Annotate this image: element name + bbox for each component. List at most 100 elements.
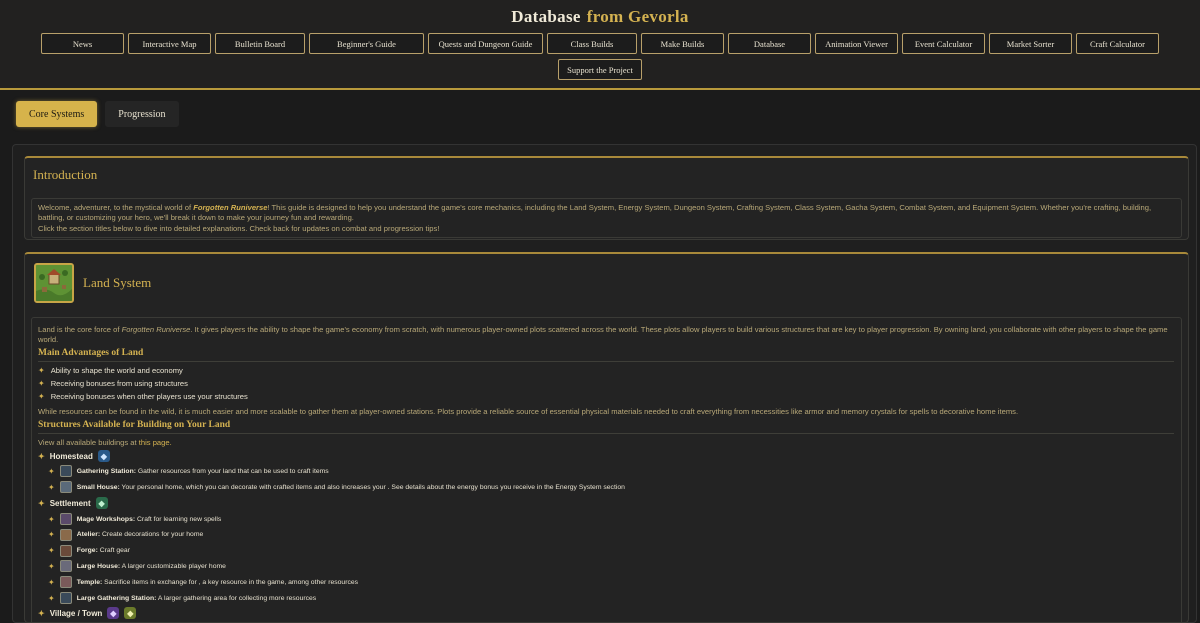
- building-item: ✦ Large House: A larger customizable play…: [48, 560, 226, 573]
- intro-body: Welcome, adventurer, to the mystical wor…: [31, 198, 1182, 238]
- nav-database-button[interactable]: Database: [728, 33, 811, 54]
- intro-text-a: Welcome, adventurer, to the mystical wor…: [38, 203, 194, 212]
- advantage-text: Ability to shape the world and economy: [50, 366, 183, 375]
- building-item: ✦ Forge: Craft gear: [48, 544, 130, 557]
- nav-class-builds-button[interactable]: Class Builds: [547, 33, 637, 54]
- category-label: Homestead: [49, 451, 93, 461]
- building-description: A larger gathering area for collecting m…: [157, 594, 317, 602]
- category-homestead[interactable]: ✦ Homestead ◆: [38, 450, 110, 462]
- building-text: Large House: A larger customizable playe…: [77, 563, 226, 570]
- village-tier-icon: ◆: [107, 607, 120, 619]
- star-bullet-icon: ✦: [38, 392, 45, 401]
- nav-news-button[interactable]: News: [41, 33, 124, 54]
- system-tabs: Core Systems Progression: [16, 101, 179, 127]
- building-item: ✦ Temple: Sacrifice items in exchange for…: [48, 576, 358, 589]
- star-bullet-icon: ✦: [48, 593, 55, 603]
- star-bullet-icon: ✦: [48, 466, 55, 476]
- star-bullet-icon: ✦: [38, 379, 45, 388]
- category-settlement[interactable]: ✦ Settlement ◆: [38, 497, 108, 509]
- category-label: Settlement: [49, 498, 91, 508]
- nav-event-calculator-button[interactable]: Event Calculator: [902, 33, 985, 54]
- resources-text: While resources can be found in the wild…: [38, 407, 1019, 416]
- nav-animation-viewer-button[interactable]: Animation Viewer: [815, 33, 898, 54]
- site-header: Database from Gevorla News Interactive Map…: [0, 0, 1200, 90]
- land-text-b: . It gives players the ability to shape …: [38, 325, 1168, 344]
- building-text: Atelier: Create decorations for your hom…: [77, 531, 204, 538]
- intro-title[interactable]: Introduction: [33, 167, 97, 183]
- nav-quests-and-dungeon-guide-button[interactable]: Quests and Dungeon Guide: [428, 33, 543, 54]
- view-text: View all available buildings at: [38, 438, 139, 447]
- category-label: Village / Town: [49, 608, 103, 618]
- advantage-text: Receiving bonuses from using structures: [50, 379, 188, 388]
- building-item: ✦ Mage Workshops: Craft for learning new …: [48, 513, 221, 525]
- large-gathering-station-icon: [59, 592, 72, 604]
- star-bullet-icon: ✦: [38, 498, 45, 508]
- homestead-tier-icon: ◆: [97, 450, 110, 462]
- settlement-tier-icon: ◆: [95, 497, 108, 509]
- star-bullet-icon: ✦: [48, 577, 55, 587]
- land-text-a: Land is the core force of: [38, 325, 122, 334]
- tab-core-systems[interactable]: Core Systems: [16, 101, 98, 127]
- star-bullet-icon: ✦: [48, 530, 55, 540]
- building-description: A larger customizable player home: [121, 562, 226, 570]
- tab-progression[interactable]: Progression: [105, 101, 179, 127]
- building-item: ✦ Gathering Station: Gather resources fro…: [48, 465, 329, 477]
- star-bullet-icon: ✦: [38, 366, 45, 375]
- nav-beginner-s-guide-button[interactable]: Beginner's Guide: [309, 33, 424, 54]
- nav-craft-calculator-button[interactable]: Craft Calculator: [1076, 33, 1159, 54]
- nav-bulletin-board-button[interactable]: Bulletin Board: [215, 33, 305, 54]
- building-item: ✦ Large Gathering Station: A larger gathe…: [48, 592, 316, 604]
- building-description: Craft for learning new spells: [137, 515, 222, 523]
- advantage-text: Receiving bonuses when other players use…: [50, 392, 248, 401]
- star-bullet-icon: ✦: [48, 546, 55, 556]
- building-text: Gathering Station: Gather resources from…: [77, 468, 329, 475]
- advantage-item: ✦ Ability to shape the world and economy: [38, 366, 183, 375]
- intro-paragraph: Welcome, adventurer, to the mystical wor…: [38, 203, 1175, 223]
- building-name: Small House:: [76, 483, 120, 491]
- building-text: Large Gathering Station: A larger gather…: [77, 595, 317, 602]
- building-name: Atelier:: [76, 531, 101, 539]
- building-text: Forge: Craft gear: [77, 547, 130, 554]
- building-text: Mage Workshops: Craft for learning new s…: [77, 516, 222, 523]
- land-intro-text: Land is the core force of Forgotten Runi…: [38, 325, 1178, 345]
- star-bullet-icon: ✦: [48, 482, 55, 492]
- large-house-icon: [59, 560, 72, 573]
- gathering-station-icon: [59, 465, 72, 477]
- category-village[interactable]: ✦ Village / Town ◆ ◆: [38, 607, 137, 619]
- view-buildings-text: View all available buildings at this pag…: [38, 438, 172, 448]
- divider: [38, 361, 1174, 362]
- intro-section: Introduction Welcome, adventurer, to the…: [24, 156, 1189, 240]
- site-title-main: Database: [511, 7, 581, 26]
- star-bullet-icon: ✦: [38, 451, 45, 461]
- building-item: ✦ Atelier: Create decorations for your ho…: [48, 528, 204, 541]
- building-name: Mage Workshops:: [76, 515, 136, 523]
- star-bullet-icon: ✦: [38, 608, 45, 618]
- intro-hint: Click the section titles below to dive i…: [38, 224, 440, 233]
- nav-support-the-project-button[interactable]: Support the Project: [558, 59, 642, 80]
- divider: [38, 433, 1174, 434]
- nav-interactive-map-button[interactable]: Interactive Map: [128, 33, 211, 54]
- building-text: Temple: Sacrifice items in exchange for …: [77, 579, 358, 586]
- advantage-item: ✦ Receiving bonuses when other players us…: [38, 392, 248, 401]
- site-title: Database from Gevorla: [0, 7, 1200, 27]
- main-nav: News Interactive Map Bulletin Board Beginne…: [0, 33, 1200, 54]
- advantage-item: ✦ Receiving bonuses from using structures: [38, 379, 188, 388]
- forge-icon: [59, 544, 72, 557]
- nav-market-sorter-button[interactable]: Market Sorter: [989, 33, 1072, 54]
- building-name: Large Gathering Station:: [76, 594, 157, 602]
- building-name: Temple:: [76, 578, 103, 586]
- building-name: Forge:: [76, 547, 98, 555]
- structures-heading: Structures Available for Building on You…: [38, 420, 231, 430]
- land-game-name: Forgotten Runiverse: [121, 325, 191, 334]
- buildings-page-link[interactable]: this page.: [139, 438, 172, 447]
- advantages-heading: Main Advantages of Land: [38, 348, 144, 358]
- main-nav-secondary: Support the Project: [0, 59, 1200, 80]
- star-bullet-icon: ✦: [48, 561, 55, 571]
- building-description: Sacrifice items in exchange for , a key …: [104, 578, 359, 586]
- nav-make-builds-button[interactable]: Make Builds: [641, 33, 724, 54]
- small-house-icon: [59, 481, 72, 493]
- building-item: ✦ Small House: Your personal home, which …: [48, 481, 625, 493]
- site-title-accent: from Gevorla: [586, 7, 689, 26]
- temple-icon: [59, 576, 72, 589]
- intro-game-name: Forgotten Runiverse: [193, 203, 268, 212]
